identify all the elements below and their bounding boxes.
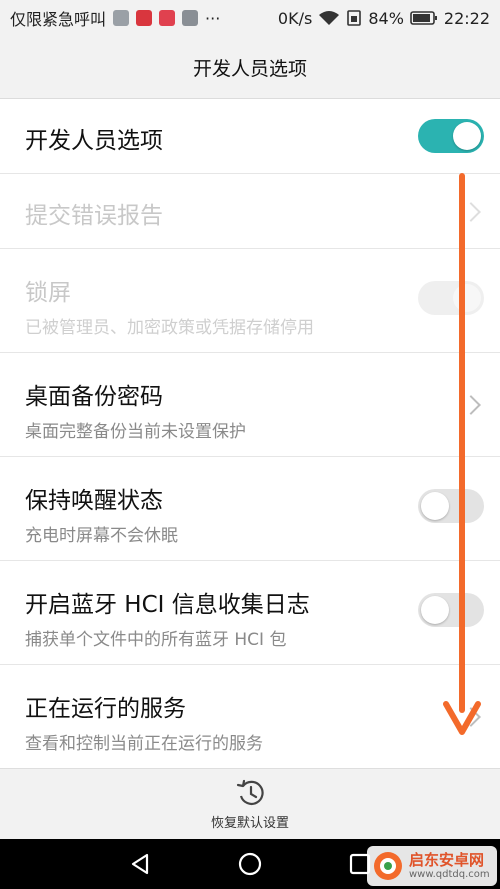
- row-subtitle: 桌面完整备份当前未设置保护: [25, 422, 246, 442]
- bluetooth-hci-log-row[interactable]: 开启蓝牙 HCI 信息收集日志 捕获单个文件中的所有蓝牙 HCI 包: [0, 561, 500, 665]
- status-bar: 仅限紧急呼叫 ··· 0K/s 84% 22:22: [0, 0, 500, 36]
- sim-card-icon: [347, 10, 362, 26]
- scroll-down-arrow-head-icon: [443, 701, 481, 735]
- developer-options-toggle[interactable]: [418, 119, 484, 153]
- huawei-notification-icon: [136, 10, 153, 26]
- site-watermark: 启东安卓网 www.qdtdq.com: [367, 846, 497, 886]
- lock-screen-row[interactable]: 锁屏 已被管理员、加密政策或凭据存储停用: [0, 249, 500, 353]
- battery-icon: [410, 11, 437, 25]
- restore-defaults-button[interactable]: 恢复默认设置: [0, 768, 500, 840]
- clock: 22:22: [443, 8, 490, 28]
- battery-percent: 84%: [368, 8, 404, 28]
- row-title: 开发人员选项: [25, 128, 163, 154]
- sim-notification-icon: [182, 10, 199, 26]
- back-icon[interactable]: [128, 852, 152, 876]
- restore-defaults-label: 恢复默认设置: [210, 816, 289, 831]
- bluetooth-hci-log-toggle[interactable]: [418, 593, 484, 627]
- toggle-knob: [421, 492, 449, 520]
- scroll-down-arrow-line: [459, 173, 465, 713]
- row-subtitle: 查看和控制当前正在运行的服务: [25, 734, 263, 754]
- desktop-backup-password-row[interactable]: 桌面备份密码 桌面完整备份当前未设置保护: [0, 353, 500, 457]
- status-right: 0K/s 84% 22:22: [278, 9, 490, 28]
- toggle-knob: [453, 122, 481, 150]
- more-notifications: ···: [205, 8, 221, 28]
- row-title: 保持唤醒状态: [25, 488, 163, 514]
- watermark-url: www.qdtdq.com: [409, 868, 490, 880]
- app-bar: 开发人员选项: [0, 36, 500, 98]
- page-title: 开发人员选项: [192, 57, 307, 80]
- row-title: 提交错误报告: [25, 203, 163, 229]
- row-title: 正在运行的服务: [25, 696, 186, 722]
- stay-awake-row[interactable]: 保持唤醒状态 充电时屏幕不会休眠: [0, 457, 500, 561]
- row-title: 开启蓝牙 HCI 信息收集日志: [25, 592, 310, 618]
- carrier-text: 仅限紧急呼叫: [10, 10, 107, 29]
- network-speed: 0K/s: [277, 8, 313, 28]
- settings-list: 开发人员选项 提交错误报告 锁屏 已被管理员、加密政策或凭据存储停用 桌面备份密…: [0, 98, 500, 769]
- row-subtitle: 已被管理员、加密政策或凭据存储停用: [25, 318, 314, 338]
- running-services-row[interactable]: 正在运行的服务 查看和控制当前正在运行的服务: [0, 665, 500, 769]
- developer-options-row[interactable]: 开发人员选项: [0, 99, 500, 174]
- app-notification-icon: [159, 10, 176, 26]
- wifi-icon: [319, 11, 340, 25]
- row-subtitle: 充电时屏幕不会休眠: [25, 526, 178, 546]
- watermark-name: 启东安卓网: [409, 851, 485, 870]
- stay-awake-toggle[interactable]: [418, 489, 484, 523]
- toggle-knob: [453, 284, 481, 312]
- row-title: 桌面备份密码: [25, 384, 163, 410]
- gallery-notification-icon: [113, 10, 130, 26]
- toggle-knob: [421, 596, 449, 624]
- home-icon[interactable]: [238, 852, 262, 876]
- lock-screen-toggle[interactable]: [418, 281, 484, 315]
- row-subtitle: 捕获单个文件中的所有蓝牙 HCI 包: [25, 630, 287, 650]
- status-left: 仅限紧急呼叫 ···: [10, 6, 220, 30]
- history-icon: [236, 779, 264, 805]
- watermark-logo-icon: [374, 852, 402, 880]
- submit-bug-report-row[interactable]: 提交错误报告: [0, 174, 500, 249]
- row-title: 锁屏: [25, 280, 71, 306]
